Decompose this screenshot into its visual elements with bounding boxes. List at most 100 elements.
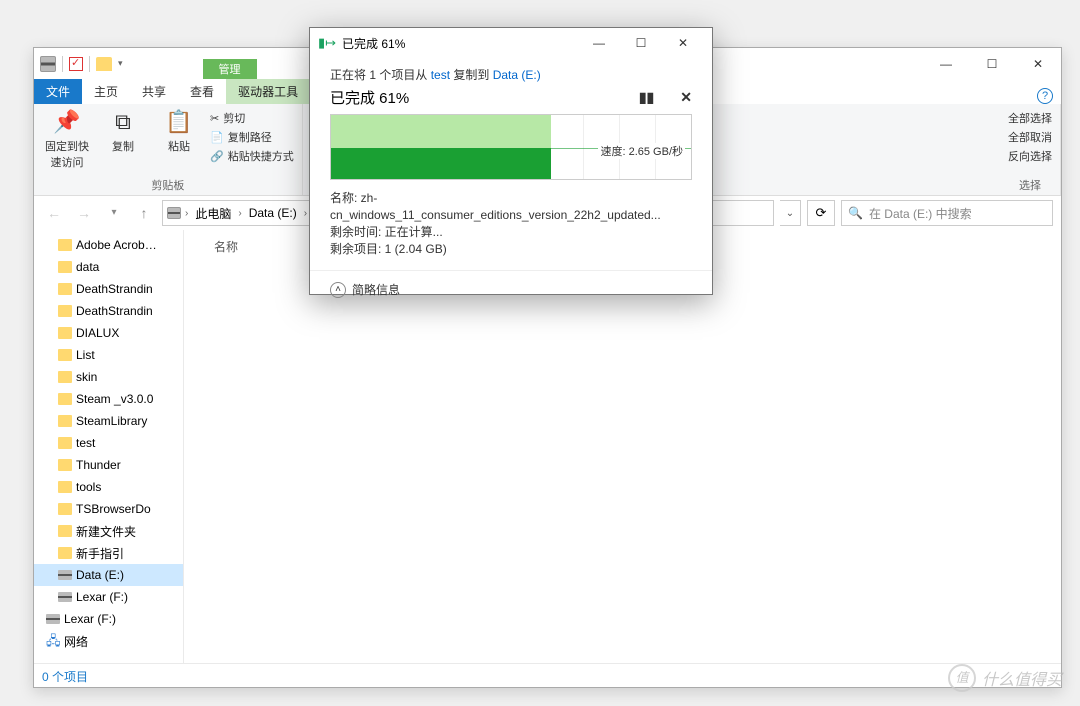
nav-recent-dropdown[interactable]: ▾: [102, 201, 126, 225]
watermark-badge-icon: 值: [948, 664, 976, 692]
tree-item-label: Data (E:): [76, 568, 124, 582]
tree-item[interactable]: Lexar (F:): [34, 586, 183, 608]
tree-item-label: 网络: [64, 633, 88, 650]
tree-item[interactable]: Thunder: [34, 454, 183, 476]
tree-item[interactable]: data: [34, 256, 183, 278]
path-icon: 📄: [210, 131, 224, 144]
column-header-name[interactable]: 名称: [214, 238, 238, 255]
tab-view[interactable]: 查看: [178, 79, 226, 104]
qat-dropdown-icon[interactable]: ▾: [118, 58, 123, 69]
help-icon[interactable]: ?: [1037, 88, 1053, 104]
dialog-title: 已完成 61%: [342, 35, 405, 52]
maximize-button[interactable]: ☐: [969, 48, 1015, 79]
search-input[interactable]: 🔍 在 Data (E:) 中搜索: [841, 200, 1053, 226]
tree-item[interactable]: 新手指引: [34, 542, 183, 564]
dialog-minimize-button[interactable]: —: [578, 28, 620, 58]
folder-icon: [58, 437, 72, 449]
dialog-maximize-button[interactable]: ☐: [620, 28, 662, 58]
breadcrumb-location[interactable]: Data (E:): [246, 206, 300, 220]
pause-button[interactable]: ▮▮: [639, 89, 654, 106]
folder-icon: [58, 525, 72, 537]
copy-icon: ⧉: [115, 108, 131, 136]
tree-item[interactable]: List: [34, 344, 183, 366]
copy-from-to-text: 正在将 1 个项目从 test 复制到 Data (E:): [330, 66, 692, 83]
details-toggle[interactable]: ˄ 简略信息: [310, 270, 712, 308]
tab-drive-tools[interactable]: 驱动器工具: [226, 79, 310, 104]
copy-progress-dialog: ▮↦ 已完成 61% — ☐ ✕ 正在将 1 个项目从 test 复制到 Dat…: [309, 27, 713, 295]
tree-item[interactable]: 🖧网络: [34, 630, 183, 652]
tree-item[interactable]: SteamLibrary: [34, 410, 183, 432]
tree-item[interactable]: skin: [34, 366, 183, 388]
close-button[interactable]: ✕: [1015, 48, 1061, 79]
tree-item-label: Lexar (F:): [76, 590, 128, 604]
folder-icon: [58, 283, 72, 295]
tree-item-label: List: [76, 348, 95, 362]
tree-item[interactable]: test: [34, 432, 183, 454]
tree-item[interactable]: tools: [34, 476, 183, 498]
copy-remaining-time: 剩余时间: 正在计算...: [330, 224, 692, 241]
pin-icon: 📌: [53, 108, 80, 136]
copy-source-link[interactable]: test: [431, 68, 450, 82]
chevron-right-icon[interactable]: ›: [185, 208, 188, 219]
drive-icon: [40, 56, 56, 72]
nav-forward-button[interactable]: →: [72, 201, 96, 225]
paste-button[interactable]: 📋 粘贴: [154, 108, 204, 154]
invert-selection-button[interactable]: 反向选择: [1008, 148, 1052, 164]
chart-speed-area: [331, 148, 551, 179]
cancel-button[interactable]: ✕: [680, 89, 692, 106]
copy-dest-link[interactable]: Data (E:): [493, 68, 541, 82]
tab-file[interactable]: 文件: [34, 79, 82, 104]
tree-item-label: Adobe Acrob…: [76, 238, 157, 252]
ribbon-group-select: 选择: [1008, 175, 1052, 193]
tree-item[interactable]: 新建文件夹: [34, 520, 183, 542]
scissors-icon: ✂: [210, 112, 219, 125]
nav-back-button[interactable]: ←: [42, 201, 66, 225]
nav-up-button[interactable]: ↑: [132, 201, 156, 225]
chevron-right-icon[interactable]: ›: [304, 208, 307, 219]
tree-item-label: Thunder: [76, 458, 121, 472]
tree-item[interactable]: Data (E:): [34, 564, 183, 586]
breadcrumb-thispc[interactable]: 此电脑: [192, 205, 234, 222]
tree-item-label: TSBrowserDo: [76, 502, 151, 516]
tree-item[interactable]: Lexar (F:): [34, 608, 183, 630]
select-none-button[interactable]: 全部取消: [1008, 129, 1052, 145]
folder-icon: [58, 503, 72, 515]
address-history-dropdown[interactable]: ⌄: [780, 208, 800, 219]
tree-item-label: DIALUX: [76, 326, 119, 340]
tree-item[interactable]: Steam _v3.0.0: [34, 388, 183, 410]
pin-to-quick-access-button[interactable]: 📌 固定到快 速访问: [42, 108, 92, 170]
minimize-button[interactable]: —: [923, 48, 969, 79]
select-all-button[interactable]: 全部选择: [1008, 110, 1052, 126]
properties-qat-icon[interactable]: [69, 57, 83, 71]
dialog-close-button[interactable]: ✕: [662, 28, 704, 58]
tree-item-label: tools: [76, 480, 101, 494]
chevron-up-icon: ˄: [330, 282, 346, 298]
paste-shortcut-button[interactable]: 🔗粘贴快捷方式: [210, 148, 294, 164]
tree-item[interactable]: DeathStrandin: [34, 278, 183, 300]
tab-home[interactable]: 主页: [82, 79, 130, 104]
tree-item[interactable]: DeathStrandin: [34, 300, 183, 322]
chevron-right-icon[interactable]: ›: [238, 208, 241, 219]
tab-share[interactable]: 共享: [130, 79, 178, 104]
contextual-tab-header: 管理: [203, 59, 257, 79]
refresh-button[interactable]: ⟳: [807, 200, 835, 226]
cut-button[interactable]: ✂剪切: [210, 110, 294, 126]
tree-item[interactable]: TSBrowserDo: [34, 498, 183, 520]
tree-item-label: test: [76, 436, 95, 450]
folder-icon: [58, 239, 72, 251]
tree-item[interactable]: DIALUX: [34, 322, 183, 344]
tree-item[interactable]: Adobe Acrob…: [34, 234, 183, 256]
search-icon: 🔍: [848, 206, 863, 220]
copy-path-button[interactable]: 📄复制路径: [210, 129, 294, 145]
folder-icon: [58, 481, 72, 493]
drive-icon: [58, 592, 72, 602]
tree-item-label: DeathStrandin: [76, 282, 153, 296]
copy-button[interactable]: ⧉ 复制: [98, 108, 148, 154]
dialog-title-bar[interactable]: ▮↦ 已完成 61% — ☐ ✕: [310, 28, 712, 58]
tree-item-label: 新手指引: [76, 545, 124, 562]
copy-speed-chart: 速度: 2.65 GB/秒: [330, 114, 692, 180]
new-folder-qat-icon[interactable]: [96, 57, 112, 71]
nav-tree[interactable]: Adobe Acrob… data DeathStrandin DeathStrand…: [34, 230, 184, 663]
folder-icon: [58, 305, 72, 317]
copy-filename: 名称: zh-cn_windows_11_consumer_editions_v…: [330, 190, 692, 224]
